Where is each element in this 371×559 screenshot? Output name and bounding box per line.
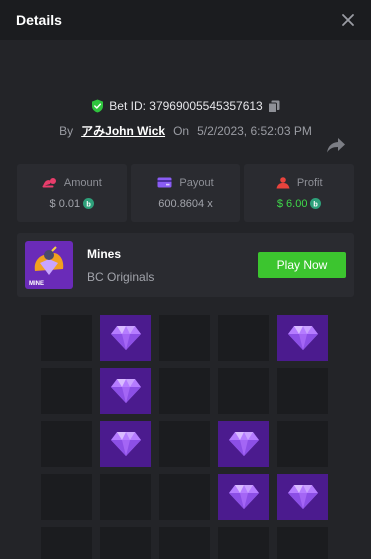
amount-label: Amount bbox=[63, 176, 102, 189]
stats-row: Amount $ 0.01 b Payout 600.8604 x Profit… bbox=[17, 164, 355, 222]
mine-tile-gem[interactable] bbox=[277, 315, 328, 361]
mine-tile[interactable] bbox=[159, 474, 210, 520]
mine-tile[interactable] bbox=[100, 527, 151, 559]
coin-icon: b bbox=[83, 198, 95, 209]
mine-tile[interactable] bbox=[41, 368, 92, 414]
gem-icon bbox=[228, 432, 259, 456]
by-label: By bbox=[59, 123, 74, 138]
mine-tile[interactable] bbox=[159, 315, 210, 361]
mine-tile-gem[interactable] bbox=[100, 421, 151, 467]
mine-tile[interactable] bbox=[277, 527, 328, 559]
mines-grid bbox=[41, 315, 328, 559]
user-link[interactable]: アみJohn Wick bbox=[81, 122, 165, 139]
svg-text:b: b bbox=[314, 199, 319, 208]
close-icon[interactable] bbox=[341, 13, 355, 27]
verified-shield-icon bbox=[92, 99, 104, 113]
stat-payout: Payout 600.8604 x bbox=[130, 164, 241, 222]
on-label: On bbox=[173, 123, 190, 138]
page-title: Details bbox=[16, 12, 62, 28]
game-card: MINE Mines BC Originals Play Now bbox=[17, 233, 354, 297]
mine-tile[interactable] bbox=[159, 527, 210, 559]
bet-id: Bet ID: 37969005545357613 bbox=[109, 99, 263, 113]
bet-id-row: Bet ID: 37969005545357613 bbox=[17, 99, 354, 113]
mine-tile-gem[interactable] bbox=[218, 421, 269, 467]
payout-label: Payout bbox=[179, 176, 214, 189]
gem-icon bbox=[228, 485, 259, 509]
stat-amount: Amount $ 0.01 b bbox=[17, 164, 127, 222]
game-provider: BC Originals bbox=[87, 269, 155, 284]
gem-icon bbox=[110, 326, 141, 350]
gem-icon bbox=[110, 432, 141, 456]
details-header: Details bbox=[0, 0, 371, 40]
mine-tile[interactable] bbox=[41, 527, 92, 559]
play-now-button[interactable]: Play Now bbox=[258, 252, 346, 278]
mine-tile[interactable] bbox=[218, 527, 269, 559]
amount-value: $ 0.01 bbox=[49, 197, 81, 210]
mine-tile[interactable] bbox=[100, 474, 151, 520]
payout-icon bbox=[157, 177, 172, 188]
profit-icon bbox=[276, 176, 290, 188]
mines-game-icon: MINE bbox=[25, 241, 73, 289]
mine-tile[interactable] bbox=[159, 368, 210, 414]
share-icon[interactable] bbox=[325, 135, 347, 155]
game-name: Mines bbox=[87, 246, 122, 261]
mine-tile[interactable] bbox=[277, 421, 328, 467]
copy-icon[interactable] bbox=[267, 100, 280, 113]
bet-author-row: By アみJohn Wick On 5/2/2023, 6:52:03 PM bbox=[17, 122, 354, 139]
mine-tile[interactable] bbox=[41, 474, 92, 520]
payout-value: 600.8604 x bbox=[158, 197, 213, 210]
game-thumbnail[interactable]: MINE bbox=[25, 241, 73, 289]
svg-text:b: b bbox=[86, 199, 91, 208]
coin-icon: b bbox=[310, 198, 322, 209]
mine-tile[interactable] bbox=[41, 315, 92, 361]
mine-tile[interactable] bbox=[159, 421, 210, 467]
gem-icon bbox=[287, 485, 318, 509]
stat-profit: Profit $ 6.00 b bbox=[244, 164, 355, 222]
details-content: Bet ID: 37969005545357613 By アみJohn Wick… bbox=[0, 99, 371, 297]
bet-datetime: 5/2/2023, 6:52:03 PM bbox=[197, 123, 312, 138]
gem-icon bbox=[287, 326, 318, 350]
profit-value: $ 6.00 bbox=[276, 197, 308, 210]
mine-tile[interactable] bbox=[277, 368, 328, 414]
amount-icon bbox=[42, 178, 56, 188]
mine-tile-gem[interactable] bbox=[100, 315, 151, 361]
profit-label: Profit bbox=[296, 176, 323, 189]
mine-tile-gem[interactable] bbox=[100, 368, 151, 414]
mine-tile-gem[interactable] bbox=[277, 474, 328, 520]
gem-icon bbox=[110, 379, 141, 403]
mine-tile[interactable] bbox=[218, 368, 269, 414]
thumb-label: MINE bbox=[29, 281, 44, 287]
mine-tile[interactable] bbox=[41, 421, 92, 467]
mine-tile-gem[interactable] bbox=[218, 474, 269, 520]
mine-tile[interactable] bbox=[218, 315, 269, 361]
